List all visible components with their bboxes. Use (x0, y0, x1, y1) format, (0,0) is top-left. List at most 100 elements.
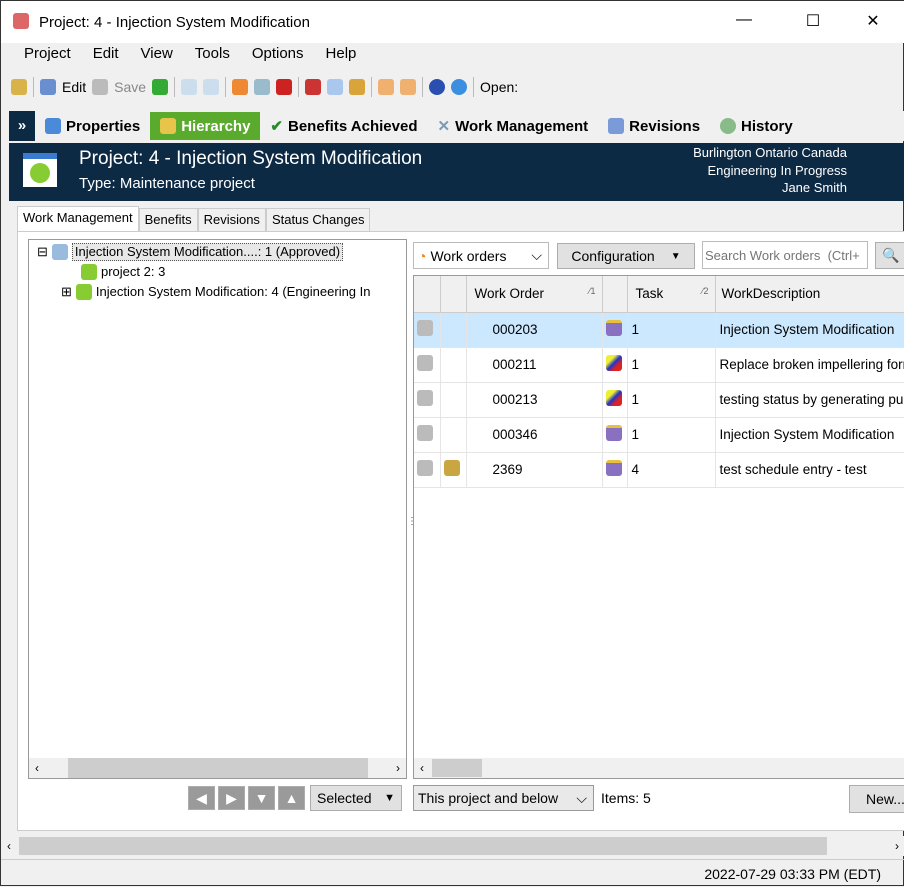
nav-work-management[interactable]: ✕ Work Management (428, 112, 599, 140)
wrench-icon (417, 355, 433, 371)
thumbs-down-icon[interactable] (400, 79, 417, 95)
cell-task: 1 (627, 347, 716, 383)
status-bar: 2022-07-29 03:33 PM (EDT) (1, 859, 904, 887)
window-title: Project: 4 - Injection System Modificati… (39, 13, 310, 31)
grid-horizontal-scrollbar[interactable]: ‹ (414, 758, 904, 778)
thumbs-up-icon[interactable] (378, 79, 395, 95)
menu-bar: Project Edit View Tools Options Help (13, 45, 367, 62)
arrow-down-button[interactable]: ▼ (248, 786, 275, 810)
table-row[interactable]: 000346 1 Injection System Modification (414, 417, 904, 453)
nav-hierarchy[interactable]: Hierarchy (150, 112, 261, 140)
project-node-icon (51, 244, 68, 260)
new-button[interactable]: New... (849, 785, 904, 813)
nav-revisions[interactable]: Revisions (598, 112, 710, 140)
tree-nav-buttons: ◀ ▶ ▼ ▲ (188, 786, 305, 810)
cell-task: 4 (627, 452, 716, 488)
tree-node[interactable]: ⊞ Injection System Modification: 4 (Engin… (29, 282, 406, 302)
maximize-button[interactable]: ☐ (798, 11, 828, 31)
cell-task: 1 (627, 382, 716, 418)
info-icon[interactable] (451, 79, 468, 95)
refresh-icon[interactable] (152, 79, 169, 95)
arrow-right-button[interactable]: ▶ (218, 786, 245, 810)
menu-tools[interactable]: Tools (184, 45, 241, 62)
pdf-icon[interactable] (276, 79, 293, 95)
search-input[interactable] (702, 241, 868, 269)
configuration-dropdown[interactable]: Configuration ▼ (557, 243, 695, 269)
column-work-order[interactable]: Work Order ⁄1 (466, 276, 603, 313)
close-button[interactable]: ✕ (858, 11, 888, 31)
help-icon[interactable] (429, 79, 446, 95)
menu-options[interactable]: Options (241, 45, 315, 62)
tab-status-changes[interactable]: Status Changes (265, 208, 371, 231)
cut-icon[interactable] (305, 79, 322, 95)
selected-dropdown[interactable]: Selected ▼ (310, 785, 402, 811)
menu-project[interactable]: Project (13, 45, 82, 62)
table-row[interactable]: 000211 1 Replace broken impellering form (414, 347, 904, 383)
cell-work-order: 000346 (466, 417, 603, 453)
project-owner: Jane Smith (781, 180, 847, 195)
tab-benefits[interactable]: Benefits (138, 208, 198, 231)
window-horizontal-scrollbar[interactable]: ‹ › (1, 836, 904, 856)
open-folder-icon[interactable] (11, 79, 27, 95)
arrow-left-button[interactable]: ◀ (188, 786, 215, 810)
object-type-select[interactable]: ◔ Work orders ⌵ (413, 242, 549, 269)
column-task[interactable]: Task ⁄2 (627, 276, 716, 313)
save-button[interactable]: Save (114, 79, 146, 95)
tree-horizontal-scrollbar[interactable]: ‹ › (29, 758, 406, 778)
scope-select[interactable]: This project and below ⌵ (413, 785, 594, 811)
menu-edit[interactable]: Edit (82, 45, 130, 62)
project-node-icon (75, 284, 92, 300)
revisions-icon (608, 118, 625, 134)
new-document-icon[interactable] (181, 79, 198, 95)
link-icon[interactable] (254, 79, 271, 95)
nav-history[interactable]: History (710, 112, 803, 140)
tab-revisions[interactable]: Revisions (197, 208, 266, 231)
windows-icon[interactable] (232, 79, 249, 95)
work-orders-icon: ◔ (418, 247, 427, 264)
window-icon (45, 118, 61, 134)
project-type: Type: Maintenance project (79, 175, 255, 192)
title-bar: Project: 4 - Injection System Modificati… (1, 1, 904, 43)
project-header: Project: 4 - Injection System Modificati… (9, 143, 904, 201)
table-row[interactable]: 2369 4 test schedule entry - test (414, 452, 904, 488)
edit-button[interactable]: Edit (62, 79, 86, 95)
column-work-description[interactable]: WorkDescription (715, 276, 904, 313)
search-icon: 🔍 (882, 247, 900, 263)
cell-work-order: 2369 (466, 452, 603, 488)
expand-icon[interactable]: ⊞ (61, 282, 72, 302)
tree-node[interactable]: ⊟ Injection System Modification....: 1 (A… (29, 242, 406, 262)
cell-description: Replace broken impellering form (715, 347, 904, 383)
project-node-icon (81, 264, 97, 280)
open-label: Open: (480, 79, 519, 95)
nav-benefits-achieved[interactable]: ✔ Benefits Achieved (260, 112, 427, 140)
cell-work-order: 000203 (466, 312, 603, 348)
save-icon[interactable] (92, 79, 109, 95)
copy-document-icon[interactable] (203, 79, 220, 95)
arrow-up-button[interactable]: ▲ (278, 786, 305, 810)
tools-icon: ✕ (437, 118, 451, 135)
menu-view[interactable]: View (130, 45, 184, 62)
edit-icon[interactable] (40, 79, 56, 95)
collapse-nav-button[interactable]: » (9, 111, 35, 141)
nav-bar: » Properties Hierarchy ✔ Benefits Achieve… (9, 111, 904, 141)
cell-description: Injection System Modification (715, 417, 904, 453)
tree-node[interactable]: project 2: 3 (29, 262, 406, 282)
table-row[interactable]: 000203 1 Injection System Modification (414, 312, 904, 348)
wrench-icon (417, 425, 433, 441)
table-row[interactable]: 000213 1 testing status by generating pu (414, 382, 904, 418)
collapse-icon[interactable]: ⊟ (37, 242, 48, 262)
wrench-icon (417, 320, 433, 336)
copy-icon[interactable] (327, 79, 344, 95)
minimize-button[interactable]: — (729, 11, 759, 29)
project-icon (23, 153, 57, 187)
clock-icon (720, 118, 737, 134)
cell-work-order: 000211 (466, 347, 603, 383)
nav-properties[interactable]: Properties (35, 112, 150, 140)
paste-icon[interactable] (349, 79, 366, 95)
tab-work-management[interactable]: Work Management (17, 206, 139, 231)
task-status-icon (605, 460, 622, 476)
search-button[interactable]: 🔍 (875, 242, 904, 269)
menu-help[interactable]: Help (315, 45, 368, 62)
app-icon (13, 13, 29, 29)
multi-status-icon (605, 355, 622, 371)
